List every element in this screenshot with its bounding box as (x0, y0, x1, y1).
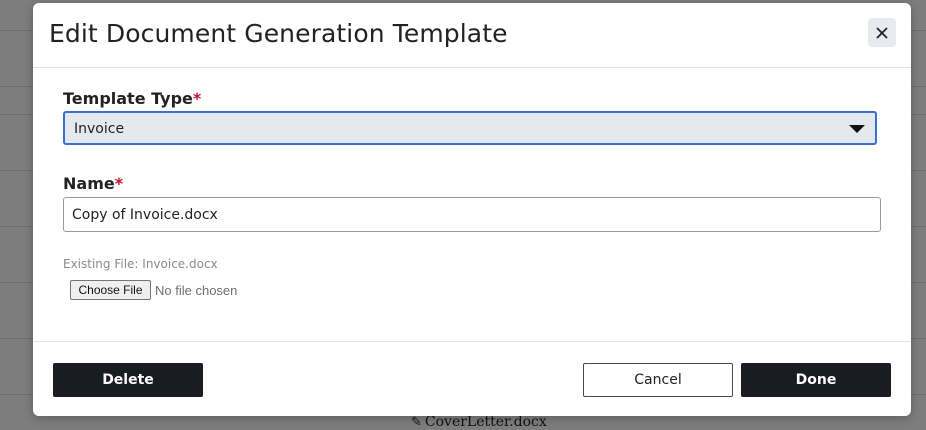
name-input[interactable] (63, 197, 881, 232)
delete-button[interactable]: Delete (53, 363, 203, 397)
close-button[interactable] (868, 18, 896, 47)
edit-template-dialog: Edit Document Generation Template Templa… (33, 3, 911, 416)
name-label: Name* (63, 174, 123, 193)
template-type-label-text: Template Type (63, 89, 193, 108)
name-label-text: Name (63, 174, 115, 193)
choose-file-button[interactable]: Choose File (70, 280, 151, 300)
dialog-footer: Delete Cancel Done (33, 341, 911, 416)
existing-file-text: Existing File: Invoice.docx (63, 257, 218, 271)
required-marker: * (192, 89, 202, 108)
backdrop-file-link[interactable]: ✎ CoverLetter.docx (411, 414, 547, 430)
template-type-selected-value: Invoice (74, 121, 125, 137)
backdrop-file-name: CoverLetter.docx (424, 414, 547, 430)
dialog-header: Edit Document Generation Template (33, 3, 911, 68)
file-status-text: No file chosen (155, 283, 238, 298)
caret-down-icon (849, 125, 865, 133)
template-type-select[interactable]: Invoice (63, 111, 877, 145)
cancel-button[interactable]: Cancel (583, 363, 733, 397)
close-icon (876, 26, 888, 39)
pencil-icon: ✎ (411, 415, 422, 430)
template-type-label: Template Type* (63, 89, 201, 108)
dialog-title: Edit Document Generation Template (49, 19, 508, 48)
done-button[interactable]: Done (741, 363, 891, 397)
required-marker: * (114, 174, 124, 193)
